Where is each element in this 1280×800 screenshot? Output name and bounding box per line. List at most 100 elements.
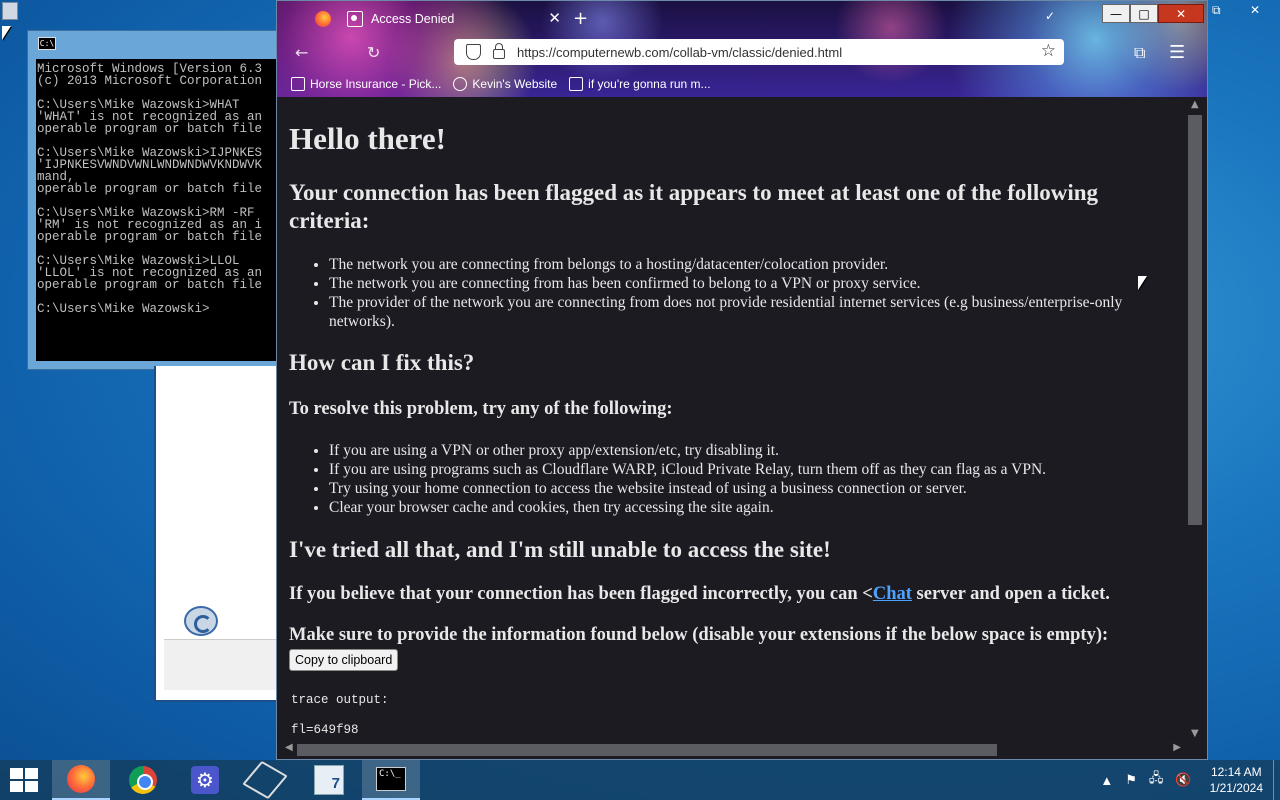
volume-muted-icon[interactable]: 🔇 xyxy=(1175,772,1191,788)
vm-close-icon[interactable]: ✕ xyxy=(1250,3,1260,17)
close-button[interactable]: ✕ xyxy=(1158,4,1204,23)
incorrect-post-text: server and open a ticket. xyxy=(911,584,1110,604)
taskbar-win7-app[interactable]: 7 xyxy=(300,760,358,800)
vertical-scrollbar[interactable]: ▲ ▼ xyxy=(1185,97,1205,741)
bookmarks-bar: Horse Insurance - Pick... Kevin's Websit… xyxy=(277,73,1207,95)
firefox-window[interactable]: Access Denied ✕ + ✓ ← ↻ https://computer… xyxy=(276,0,1208,760)
extensions-puzzle-icon[interactable]: ⧉ xyxy=(1134,43,1145,63)
mouse-cursor-left xyxy=(2,26,11,40)
cmd-line: operable program or batch file xyxy=(37,278,263,292)
url-text[interactable]: https://computernewb.com/collab-vm/class… xyxy=(517,45,842,60)
clock[interactable]: 12:14 AM 1/21/2024 xyxy=(1210,764,1263,796)
incorrect-pre-text: If you believe that your connection has … xyxy=(289,584,873,604)
action-center-flag-icon[interactable]: ⚑ xyxy=(1125,772,1137,788)
cmd-line: (c) 2013 Microsoft Corporation xyxy=(37,74,263,88)
chrome-icon xyxy=(129,766,157,794)
taskbar: ⚙ 7 C:\_ ▲ ⚑ 🖧 🔇 12:14 AM 1/21/2024 xyxy=(0,760,1280,800)
chat-link[interactable]: Chat xyxy=(873,584,912,604)
copy-to-clipboard-button[interactable]: Copy to clipboard xyxy=(289,649,399,671)
bookmark-label: if you're gonna run m... xyxy=(588,77,711,91)
list-item: The network you are connecting from belo… xyxy=(329,255,1159,274)
windows-logo-icon xyxy=(10,768,23,779)
tab-favicon-icon xyxy=(347,11,363,27)
back-arrow-icon[interactable]: ← xyxy=(295,43,308,62)
bookmark-page-icon xyxy=(291,77,305,91)
list-item: The provider of the network you are conn… xyxy=(329,293,1159,331)
bookmark-label: Horse Insurance - Pick... xyxy=(310,77,442,91)
minimize-button[interactable]: — xyxy=(1102,4,1130,23)
box-icon xyxy=(242,760,288,800)
page-content: Hello there! Your connection has been fl… xyxy=(281,97,1185,741)
cmd-icon: C:\ xyxy=(38,36,56,50)
browser-chrome: Access Denied ✕ + ✓ ← ↻ https://computer… xyxy=(277,1,1207,97)
cmd-line: 'IJPNKESVWNDVWNLWNDWNDWVKNDWVK xyxy=(37,158,263,172)
desktop-corner-icon[interactable] xyxy=(2,2,18,20)
settings-gear-icon: ⚙ xyxy=(191,766,219,794)
bookmark-horse-insurance[interactable]: Horse Insurance - Pick... xyxy=(291,77,441,91)
tab-title: Access Denied xyxy=(371,12,455,26)
trace-label: trace output: xyxy=(291,693,389,707)
network-icon[interactable]: 🖧 xyxy=(1149,769,1164,791)
tried-heading: I've tried all that, and I'm still unabl… xyxy=(289,537,831,562)
flagged-heading: Your connection has been flagged as it a… xyxy=(289,180,1098,233)
taskbar-3d-box[interactable] xyxy=(236,760,294,800)
cmd-line: operable program or batch file xyxy=(37,230,263,244)
taskbar-chrome[interactable] xyxy=(114,760,172,800)
show-hidden-icons-chevron-icon[interactable]: ▲ xyxy=(1100,773,1113,788)
fix-heading: How can I fix this? xyxy=(289,350,475,375)
cmd-titlebar[interactable]: C:\ xyxy=(28,31,290,55)
list-item: Try using your home connection to access… xyxy=(329,479,1159,498)
hamburger-menu-icon[interactable]: ☰ xyxy=(1169,42,1185,63)
taskbar-firefox[interactable] xyxy=(52,760,110,800)
clock-date: 1/21/2024 xyxy=(1209,781,1263,795)
lock-icon[interactable] xyxy=(493,43,505,59)
criteria-list: The network you are connecting from belo… xyxy=(311,255,1159,331)
url-bar[interactable]: https://computernewb.com/collab-vm/class… xyxy=(454,39,1064,65)
reload-icon[interactable]: ↻ xyxy=(367,43,380,62)
fixes-list: If you are using a VPN or other proxy ap… xyxy=(311,441,1159,517)
incorrect-flag-text: If you believe that your connection has … xyxy=(289,584,1110,605)
new-tab-button[interactable]: + xyxy=(573,8,588,29)
bookmark-star-icon[interactable]: ☆ xyxy=(1041,41,1056,61)
windows7-icon: 7 xyxy=(314,765,344,795)
cmd-window[interactable]: C:\ Microsoft Windows [Version 6.3 (c) 20… xyxy=(27,30,291,370)
bookmark-if-youre-gonna[interactable]: if you're gonna run m... xyxy=(569,77,711,91)
info-text: Make sure to provide the information fou… xyxy=(289,625,1109,645)
mouse-cursor xyxy=(1138,276,1147,290)
tab-close-icon[interactable]: ✕ xyxy=(548,9,561,27)
scroll-up-icon[interactable]: ▲ xyxy=(1191,99,1199,110)
system-tray: ▲ ⚑ 🖧 🔇 12:14 AM 1/21/2024 xyxy=(1100,760,1280,800)
scroll-left-icon[interactable]: ◀ xyxy=(285,742,293,753)
cmd-output[interactable]: Microsoft Windows [Version 6.3 (c) 2013 M… xyxy=(36,59,290,361)
horizontal-scrollbar[interactable]: ◀ ▶ xyxy=(281,741,1185,757)
scroll-down-icon[interactable]: ▼ xyxy=(1191,728,1199,739)
cmd-line: C:\Users\Mike Wazowski> xyxy=(37,302,210,316)
show-desktop-button[interactable] xyxy=(1273,760,1280,800)
maximize-button[interactable]: □ xyxy=(1130,4,1158,23)
horizontal-scroll-thumb[interactable] xyxy=(297,744,997,756)
list-item: The network you are connecting from has … xyxy=(329,274,1159,293)
tab-bar: Access Denied ✕ + ✓ xyxy=(277,1,1207,37)
list-item: If you are using a VPN or other proxy ap… xyxy=(329,441,1159,460)
list-item: Clear your browser cache and cookies, th… xyxy=(329,498,1159,517)
taskbar-settings[interactable]: ⚙ xyxy=(176,760,234,800)
vertical-scroll-thumb[interactable] xyxy=(1188,115,1202,525)
firefox-view-icon[interactable] xyxy=(315,11,331,27)
cmd-prompt-icon: C:\_ xyxy=(376,767,406,791)
bookmark-favicon-icon xyxy=(569,77,584,91)
bookmark-kevins-website[interactable]: Kevin's Website xyxy=(453,77,557,91)
start-button[interactable] xyxy=(10,768,38,792)
taskbar-cmd[interactable]: C:\_ xyxy=(362,760,420,800)
list-tabs-chevron-icon[interactable]: ✓ xyxy=(1045,9,1055,23)
cmd-line: operable program or batch file xyxy=(37,122,263,136)
bookmark-label: Kevin's Website xyxy=(472,77,558,91)
vm-restore-icon[interactable]: ⧉ xyxy=(1212,3,1221,18)
clock-time: 12:14 AM xyxy=(1210,765,1262,779)
globe-icon xyxy=(453,77,468,91)
scroll-right-icon[interactable]: ▶ xyxy=(1173,742,1181,753)
page-title: Hello there! xyxy=(289,121,446,156)
list-item: If you are using programs such as Cloudf… xyxy=(329,460,1159,479)
dialog-footer xyxy=(164,639,282,690)
tab-access-denied[interactable]: Access Denied ✕ xyxy=(339,7,569,31)
tracking-shield-icon[interactable] xyxy=(466,44,481,60)
